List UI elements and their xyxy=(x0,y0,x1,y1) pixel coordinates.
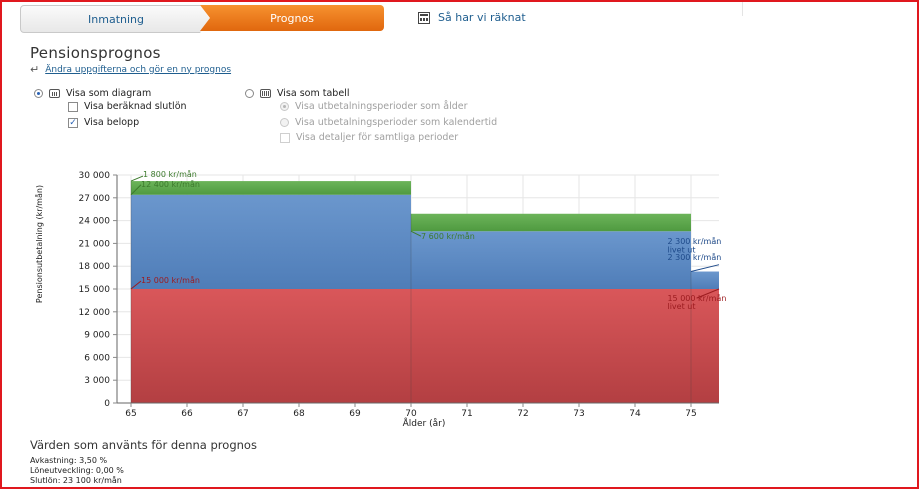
pension-area-blue xyxy=(131,194,411,289)
y-tick-label: 24 000 xyxy=(79,217,111,227)
periods-calendar-label: Visa utbetalningsperioder som kalenderti… xyxy=(295,117,498,128)
pension-area-blue xyxy=(691,271,719,289)
periods-calendar-radio[interactable] xyxy=(280,118,289,127)
show-salary-option[interactable]: Visa beräknad slutlön xyxy=(68,101,187,112)
show-details-label: Visa detaljer för samtliga perioder xyxy=(296,132,459,143)
show-details-checkbox[interactable] xyxy=(280,132,290,143)
pension-area-red xyxy=(411,289,691,403)
view-table-radio[interactable] xyxy=(245,89,254,98)
show-details-option[interactable]: Visa detaljer för samtliga perioder xyxy=(280,132,458,143)
annotation-label: livet ut xyxy=(667,302,695,311)
y-tick-label: 30 000 xyxy=(79,171,111,181)
x-tick-label: 71 xyxy=(461,409,472,419)
chart-areas xyxy=(130,181,719,403)
y-tick-label: 9 000 xyxy=(84,331,110,341)
assumption-return: Avkastning: 3,50 % xyxy=(30,456,108,465)
diagram-icon xyxy=(49,89,60,98)
view-diagram-option[interactable]: Visa som diagram xyxy=(34,88,151,99)
y-tick-label: 21 000 xyxy=(79,239,111,249)
calculation-info-link[interactable]: Så har vi räknat xyxy=(418,11,526,24)
change-details-label: Ändra uppgifterna och gör en ny prognos xyxy=(45,64,232,75)
view-table-label: Visa som tabell xyxy=(277,88,350,99)
annotation-label: 1 800 kr/mån xyxy=(143,169,197,179)
y-tick-label: 18 000 xyxy=(79,262,111,272)
assumption-wage-growth: Löneutveckling: 0,00 % xyxy=(30,466,124,475)
pension-area-red xyxy=(131,289,411,403)
y-tick-label: 3 000 xyxy=(84,376,110,386)
y-tick-label: 27 000 xyxy=(79,194,111,204)
change-details-link[interactable]: ↵ Ändra uppgifterna och gör en ny progno… xyxy=(30,63,231,76)
x-tick-label: 68 xyxy=(293,409,305,419)
annotation-label: 12 400 kr/mån xyxy=(141,179,200,189)
periods-calendar-option[interactable]: Visa utbetalningsperioder som kalenderti… xyxy=(280,117,497,128)
view-diagram-radio[interactable] xyxy=(34,89,43,98)
show-amount-checkbox[interactable]: ✓ xyxy=(68,117,78,128)
x-tick-label: 75 xyxy=(685,409,696,419)
annotation-label: 2 300 kr/mån xyxy=(667,252,721,262)
divider xyxy=(742,2,743,16)
tab-prognos-label: Prognos xyxy=(270,11,314,25)
x-tick-label: 65 xyxy=(125,409,136,419)
assumption-final-salary: Slutlön: 23 100 kr/mån xyxy=(30,476,122,485)
calculation-info-label: Så har vi räknat xyxy=(438,11,526,24)
tab-inmatning[interactable]: Inmatning xyxy=(20,5,210,33)
periods-age-label: Visa utbetalningsperioder som ålder xyxy=(295,101,468,112)
periods-age-radio[interactable] xyxy=(280,102,289,111)
x-tick-label: 69 xyxy=(349,409,361,419)
x-tick-label: 74 xyxy=(629,409,641,419)
show-salary-label: Visa beräknad slutlön xyxy=(84,101,187,112)
pension-area-green xyxy=(411,213,691,232)
show-amount-label: Visa belopp xyxy=(84,117,140,128)
y-tick-label: 6 000 xyxy=(84,353,110,363)
annotation-label: 15 000 kr/mån xyxy=(141,275,200,285)
x-tick-label: 66 xyxy=(181,409,193,419)
y-tick-label: 15 000 xyxy=(79,285,111,295)
view-table-option[interactable]: Visa som tabell xyxy=(245,88,349,99)
page-title: Pensionsprognos xyxy=(30,44,161,62)
assumptions-title: Värden som använts för denna prognos xyxy=(30,438,257,452)
view-diagram-label: Visa som diagram xyxy=(66,88,152,99)
y-tick-label: 12 000 xyxy=(79,308,111,318)
table-icon xyxy=(260,89,271,98)
show-salary-checkbox[interactable] xyxy=(68,101,78,112)
show-amount-option[interactable]: ✓ Visa belopp xyxy=(68,117,139,128)
y-axis-label: Pensionsutbetalning (kr/mån) xyxy=(34,185,44,303)
x-tick-label: 70 xyxy=(405,409,417,419)
calculator-icon xyxy=(418,11,430,24)
x-tick-label: 73 xyxy=(573,409,584,419)
x-tick-label: 72 xyxy=(517,409,528,419)
pension-chart: 0 3 000 6 000 9 000 12 000 15 000 18 000 21 000… xyxy=(34,169,726,429)
x-axis-label: Ålder (år) xyxy=(403,417,446,429)
periods-age-option[interactable]: Visa utbetalningsperioder som ålder xyxy=(280,101,468,112)
y-tick-label: 0 xyxy=(104,399,110,409)
back-arrow-icon: ↵ xyxy=(30,63,40,76)
tab-inmatning-label: Inmatning xyxy=(88,12,144,26)
annotation-label: 7 600 kr/mån xyxy=(421,231,475,241)
x-tick-label: 67 xyxy=(237,409,248,419)
tab-prognos[interactable]: Prognos xyxy=(200,5,384,31)
